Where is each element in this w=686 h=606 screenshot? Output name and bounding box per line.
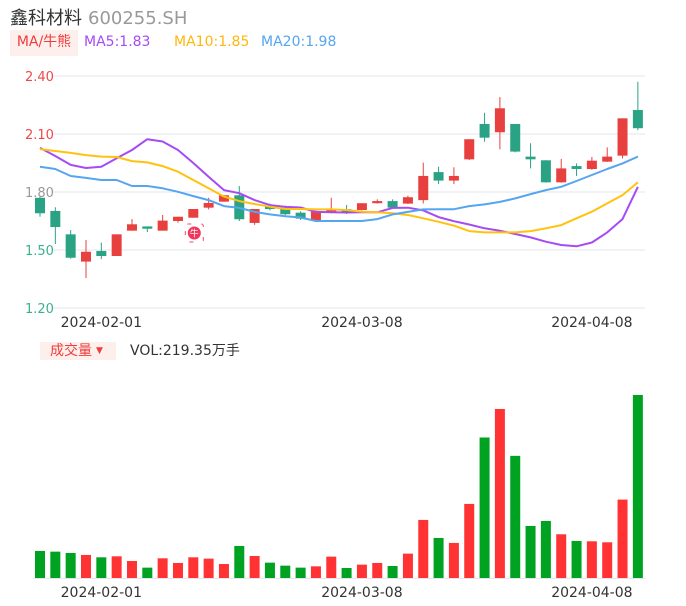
candle-body xyxy=(203,203,214,208)
candle-body xyxy=(418,175,429,201)
volume-bar xyxy=(172,562,183,578)
candle-body xyxy=(571,166,582,169)
chart-canvas[interactable]: 2.402.101.801.501.20牛2024-02-01 2024-03-0… xyxy=(0,0,686,606)
volume-bar xyxy=(402,553,413,578)
candle-body xyxy=(525,156,536,160)
volume-bar xyxy=(203,558,214,578)
volume-bar xyxy=(295,567,306,578)
volume-bar xyxy=(510,455,521,578)
volume-bar xyxy=(586,541,597,578)
volume-bar xyxy=(249,555,260,578)
candle-body xyxy=(433,172,444,181)
volume-bar xyxy=(556,534,567,578)
candle-body xyxy=(126,224,137,231)
volume-bar xyxy=(126,560,137,578)
y-axis-label: 1.50 xyxy=(25,244,54,259)
candle-body xyxy=(602,156,613,162)
volume-bar xyxy=(80,554,91,578)
volume-bar xyxy=(448,542,459,578)
volume-bar xyxy=(188,557,199,578)
candle-body xyxy=(479,123,490,138)
candle-body xyxy=(35,197,45,214)
y-axis-label: 2.10 xyxy=(25,128,54,143)
volume-bar xyxy=(464,503,475,578)
volume-bar xyxy=(632,395,643,578)
volume-bar xyxy=(387,565,398,578)
volume-bar xyxy=(142,567,153,578)
candle-body xyxy=(142,226,153,229)
x-axis-label: 2024-03-08 xyxy=(321,315,402,331)
volume-x-axis-label: 2024-03-08 xyxy=(321,585,402,601)
volume-bar xyxy=(418,519,429,578)
stock-chart-panel: 鑫科材料 600255.SH MA/牛熊 MA5:1.83 MA10:1.85 M… xyxy=(0,0,686,606)
volume-bar xyxy=(479,437,490,578)
candle-body xyxy=(356,203,367,210)
candle-body xyxy=(448,175,459,181)
x-axis-label: 2024-02-01 xyxy=(61,315,142,331)
x-axis-label: 2024-04-08 xyxy=(551,315,632,331)
volume-bar xyxy=(494,408,505,578)
volume-bar xyxy=(234,545,245,578)
volume-bar xyxy=(540,520,551,578)
candle-body xyxy=(632,110,643,129)
volume-bar xyxy=(341,567,352,578)
candle-body xyxy=(96,250,107,256)
volume-bar xyxy=(326,556,337,578)
volume-bar xyxy=(571,540,582,578)
volume-bar xyxy=(617,499,628,578)
volume-bar xyxy=(50,551,61,578)
candle-body xyxy=(510,123,521,152)
candle-body xyxy=(157,220,168,231)
candle-body xyxy=(111,234,122,256)
volume-bar xyxy=(264,562,275,578)
volume-bar xyxy=(525,525,536,578)
volume-bar xyxy=(372,562,383,578)
volume-bar xyxy=(356,564,367,578)
volume-bar xyxy=(96,557,107,578)
candle-body xyxy=(188,209,199,218)
candle-body xyxy=(556,168,567,183)
candle-body xyxy=(50,210,61,227)
volume-bar xyxy=(433,537,444,578)
candle-body xyxy=(172,216,183,221)
candle-body xyxy=(617,118,628,156)
candle-body xyxy=(372,201,383,204)
bull-marker-label: 牛 xyxy=(190,228,199,240)
candle-body xyxy=(387,201,398,208)
candle-body xyxy=(80,251,91,262)
volume-bar xyxy=(157,558,168,578)
volume-bar xyxy=(111,556,122,578)
candle-body xyxy=(402,197,413,204)
candle-body xyxy=(586,160,597,169)
candle-body xyxy=(494,108,505,133)
volume-bar xyxy=(280,565,291,578)
volume-bar xyxy=(65,552,76,578)
y-axis-label: 2.40 xyxy=(25,70,54,85)
candle-body xyxy=(464,139,475,160)
candle-body xyxy=(65,234,76,258)
candle-body xyxy=(540,160,551,183)
volume-bar xyxy=(602,542,613,578)
y-axis-label: 1.20 xyxy=(25,302,54,317)
volume-bar xyxy=(310,566,321,578)
volume-bar xyxy=(218,563,229,578)
volume-bar xyxy=(35,550,45,578)
volume-x-axis-label: 2024-02-01 xyxy=(61,585,142,601)
volume-x-axis-label: 2024-04-08 xyxy=(551,585,632,601)
